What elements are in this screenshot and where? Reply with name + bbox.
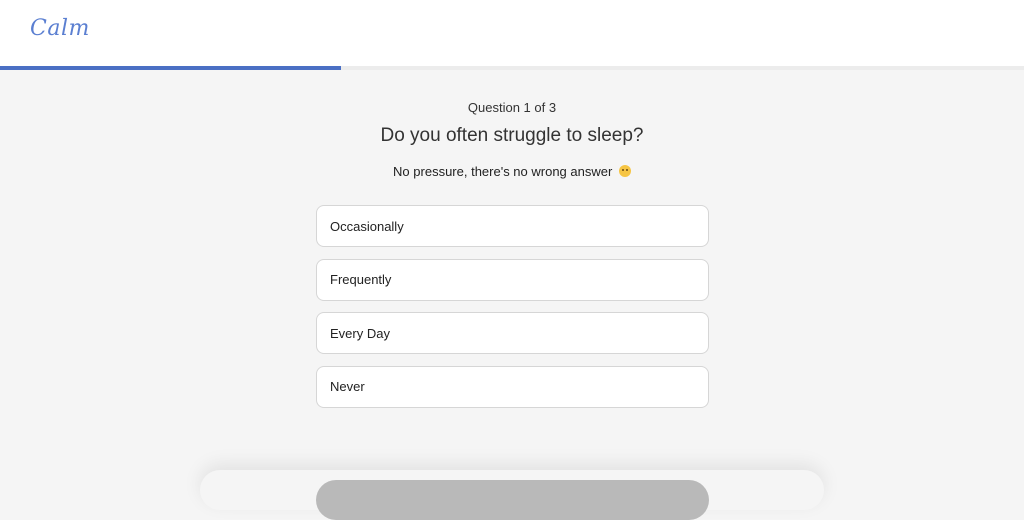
answer-options: Occasionally Frequently Every Day Never	[316, 205, 709, 419]
answer-option-occasionally[interactable]: Occasionally	[316, 205, 709, 247]
header: Calm	[0, 0, 1024, 66]
answer-option-every-day[interactable]: Every Day	[316, 312, 709, 354]
answer-option-frequently[interactable]: Frequently	[316, 258, 709, 301]
continue-button[interactable]	[316, 480, 709, 520]
calm-logo[interactable]: Calm	[30, 16, 90, 41]
question-subtitle: No pressure, there's no wrong answer	[0, 164, 1024, 179]
slightly-smiling-face-icon	[618, 165, 631, 177]
subtitle-text: No pressure, there's no wrong answer	[393, 164, 613, 179]
question-counter: Question 1 of 3	[467, 100, 557, 115]
answer-option-never[interactable]: Never	[316, 365, 709, 408]
progress-fill	[0, 66, 341, 70]
progress-bar	[0, 66, 1024, 70]
question-title: Do you often struggle to sleep?	[380, 125, 644, 146]
